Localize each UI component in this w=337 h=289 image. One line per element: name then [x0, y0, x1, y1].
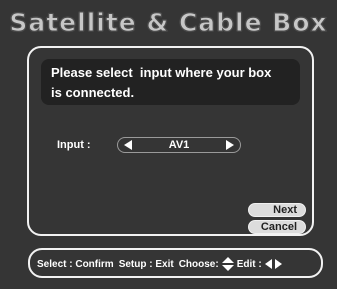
help-edit: Edit : — [236, 258, 262, 270]
right-arrow-icon — [274, 259, 282, 269]
help-bar: Select : Confirm Setup : Exit Choose: Ed… — [28, 248, 323, 278]
help-select: Select : Confirm — [37, 258, 114, 270]
instruction-line-2: is connected. — [51, 85, 135, 100]
help-setup: Setup : Exit — [118, 258, 174, 270]
screen-title: Satellite & Cable Box — [9, 8, 328, 38]
triangle-right-icon[interactable] — [226, 140, 234, 150]
left-arrow-icon — [264, 259, 272, 269]
help-choose: Choose: — [178, 258, 219, 270]
input-value: AV1 — [168, 139, 190, 151]
instruction-message: Please select input where your box is co… — [41, 59, 300, 105]
cancel-button[interactable]: Cancel — [248, 220, 306, 234]
input-label: Input : — [57, 139, 91, 151]
up-down-arrows-icon — [221, 257, 235, 271]
input-selector[interactable]: AV1 — [117, 137, 241, 153]
next-button[interactable]: Next — [248, 203, 306, 217]
instruction-line-1: Please select input where your box — [51, 65, 272, 80]
dialog-panel: Please select input where your box is co… — [27, 46, 314, 236]
